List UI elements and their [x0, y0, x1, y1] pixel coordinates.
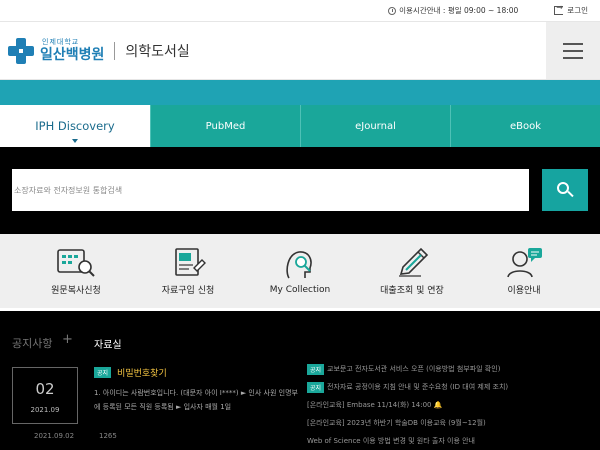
card-year-month: 2021.09 [30, 406, 60, 414]
tab-ebook[interactable]: eBook [450, 105, 600, 147]
document-search-icon [57, 249, 95, 277]
quick-label: 자료구입 신청 [161, 286, 215, 296]
quick-purchase-request[interactable]: 자료구입 신청 [138, 246, 238, 296]
quick-label: 이용안내 [507, 286, 541, 296]
search-input[interactable]: 소장자료와 전자정보원 통합검색 [12, 169, 529, 211]
tab-pubmed[interactable]: PubMed [150, 105, 300, 147]
list-item[interactable]: 공지 전자자료 공정이용 지침 안내 및 준수요청 (ID 대여 제제 조치) [307, 378, 597, 396]
quick-label: 원문복사신청 [51, 286, 101, 296]
search-button[interactable] [542, 169, 588, 211]
list-item-text: 전자자료 공정이용 지침 안내 및 준수요청 (ID 대여 제제 조치) [327, 383, 509, 391]
list-item[interactable]: [온라인교육] Embase 11/14(화) 14:00 🔔 [307, 396, 597, 414]
date-card: 02 2021.09 [12, 367, 78, 424]
quick-menu: 원문복사신청 자료구입 신청 My Collection 대출조회 및 연장 이… [0, 234, 600, 308]
search-area: 소장자료와 전자정보원 통합검색 [0, 147, 600, 234]
book-request-icon [175, 248, 206, 276]
quick-copy-request[interactable]: 원문복사신청 [26, 246, 126, 296]
search-tabs: IPH Discovery PubMed eJournal eBook [0, 105, 600, 147]
search-placeholder: 소장자료와 전자정보원 통합검색 [14, 185, 123, 195]
search-icon [557, 182, 574, 198]
tab-label: eJournal [355, 120, 396, 132]
post-body: 1. 아이디는 사람번호입니다. (대문자 아이 I****) ► 인사 사원 … [94, 389, 298, 411]
notice-more-button[interactable]: + [62, 332, 73, 347]
list-item-text: [온라인교육] Embase 11/14(화) 14:00 🔔 [307, 401, 443, 409]
featured-post[interactable]: 공지 비밀번호찾기 [94, 366, 167, 379]
notice-badge: 공지 [94, 367, 112, 378]
login-label: 로그인 [567, 6, 588, 15]
logo-library: 의학도서실 [125, 43, 190, 60]
pencil-icon [399, 247, 429, 277]
utility-bar: 이용시간안내 : 평일 09:00 ~ 18:00 로그인 [0, 0, 600, 22]
tab-label: IPH Discovery [35, 119, 115, 133]
login-icon [554, 3, 564, 15]
list-item[interactable]: 공지 교보문고 전자도서관 서비스 오픈 (이용방법 첨부파일 확인) [307, 360, 597, 378]
logo-hospital: 일산백병원 [40, 47, 105, 63]
notice-list: 공지 교보문고 전자도서관 서비스 오픈 (이용방법 첨부파일 확인) 공지 전… [307, 360, 597, 450]
hamburger-menu-button[interactable] [546, 22, 600, 79]
quick-loan-renewal[interactable]: 대출조회 및 연장 [362, 246, 462, 296]
list-item[interactable]: Web of Science 이용 방법 변경 및 원타 출자 이용 안내 [307, 432, 597, 450]
header: 인제대학교 일산백병원 의학도서실 [0, 22, 600, 80]
site-logo[interactable]: 인제대학교 일산백병원 의학도서실 [8, 37, 190, 64]
list-item[interactable]: [온라인교육] 2023년 하반기 학술DB 이용교육 (9월~12월) [307, 414, 597, 432]
tab-ejournal[interactable]: eJournal [300, 105, 450, 147]
list-item-text: Web of Science 이용 방법 변경 및 원타 출자 이용 안내 [307, 437, 475, 445]
notice-section: 공지사항 + 자료실 02 2021.09 공지 비밀번호찾기 1. 아이디는 … [0, 311, 600, 450]
list-item-text: 교보문고 전자도서관 서비스 오픈 (이용방법 첨부파일 확인) [327, 365, 501, 373]
logo-divider [114, 41, 116, 60]
tab-label: eBook [509, 120, 542, 132]
notice-badge: 공지 [307, 381, 325, 393]
post-views: 1265 [99, 432, 117, 440]
notice-badge: 공지 [307, 363, 325, 375]
page: 이용시간안내 : 평일 09:00 ~ 18:00 로그인 인제대학교 일산백병… [0, 0, 600, 450]
quick-label: My Collection [269, 284, 331, 295]
logo-university: 인제대학교 [42, 38, 80, 46]
quick-label: 대출조회 및 연장 [380, 286, 444, 296]
list-item-text: [온라인교육] 2023년 하반기 학술DB 이용교육 (9월~12월) [307, 419, 486, 427]
decorative-band [0, 80, 600, 105]
quick-my-collection[interactable]: My Collection [250, 248, 350, 295]
card-day: 02 [35, 380, 55, 398]
hours-info: 이용시간안내 : 평일 09:00 ~ 18:00 [388, 5, 554, 16]
post-date: 2021.09.02 [34, 432, 75, 440]
login-link[interactable]: 로그인 [554, 3, 600, 16]
user-chat-icon [507, 248, 542, 278]
quick-usage-guide[interactable]: 이용안내 [474, 246, 574, 296]
post-title: 비밀번호찾기 [117, 369, 167, 379]
tab-iph-discovery[interactable]: IPH Discovery [0, 105, 150, 147]
hours-text: 이용시간안내 : 평일 09:00 ~ 18:00 [399, 6, 519, 15]
logo-text: 인제대학교 일산백병원 [40, 38, 105, 63]
clock-icon [388, 6, 397, 15]
person-search-icon [286, 250, 312, 278]
data-room-title[interactable]: 자료실 [94, 336, 122, 351]
tab-label: PubMed [205, 120, 246, 132]
hospital-cross-icon [8, 37, 34, 64]
notice-title[interactable]: 공지사항 [12, 335, 52, 351]
